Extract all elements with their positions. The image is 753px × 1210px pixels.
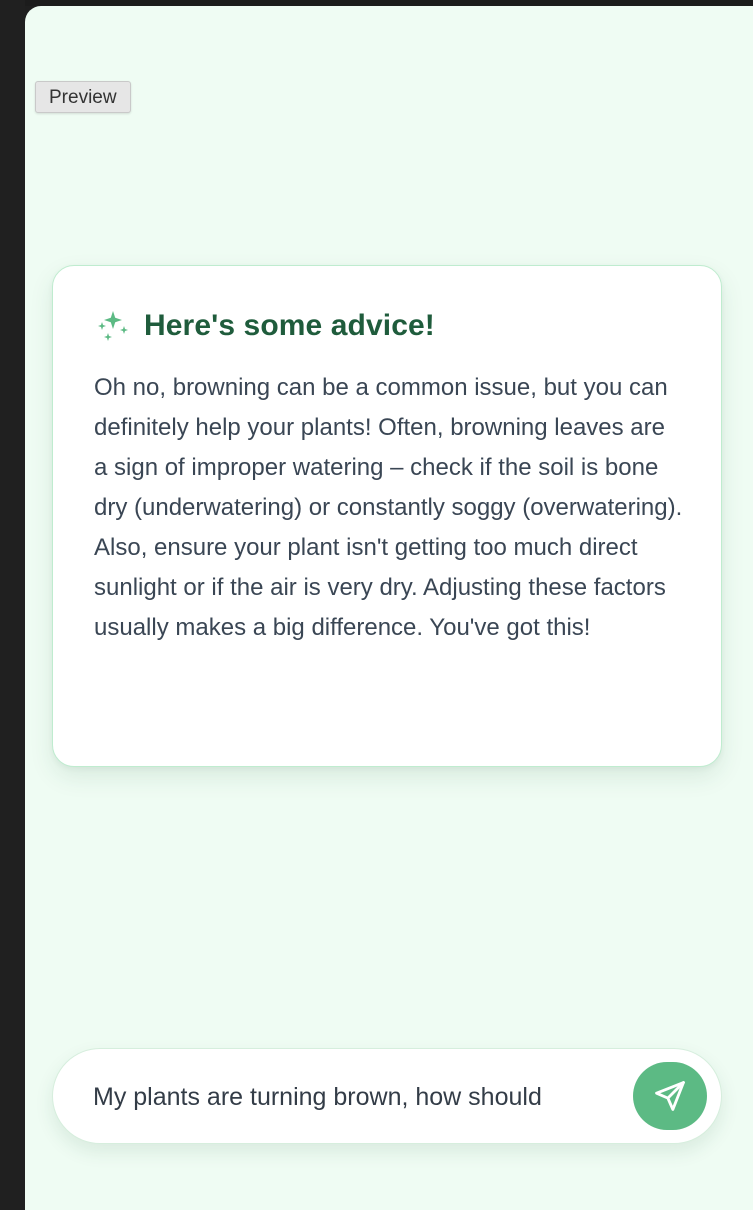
send-button[interactable] bbox=[633, 1062, 707, 1130]
app-frame: Preview Here's some advice! Oh no, brown… bbox=[25, 6, 753, 1210]
chat-input[interactable] bbox=[93, 1077, 608, 1117]
window-left-edge bbox=[0, 0, 25, 1210]
advice-card-body: Oh no, browning can be a common issue, b… bbox=[94, 374, 683, 641]
paper-plane-send-icon bbox=[653, 1079, 687, 1113]
chat-input-bar bbox=[52, 1048, 722, 1144]
advice-card-title: Here's some advice! bbox=[144, 309, 435, 342]
advice-card: Here's some advice! Oh no, browning can … bbox=[52, 265, 722, 767]
sparkles-icon bbox=[94, 308, 130, 344]
advice-card-header: Here's some advice! bbox=[94, 306, 681, 346]
preview-label: Preview bbox=[35, 81, 131, 113]
